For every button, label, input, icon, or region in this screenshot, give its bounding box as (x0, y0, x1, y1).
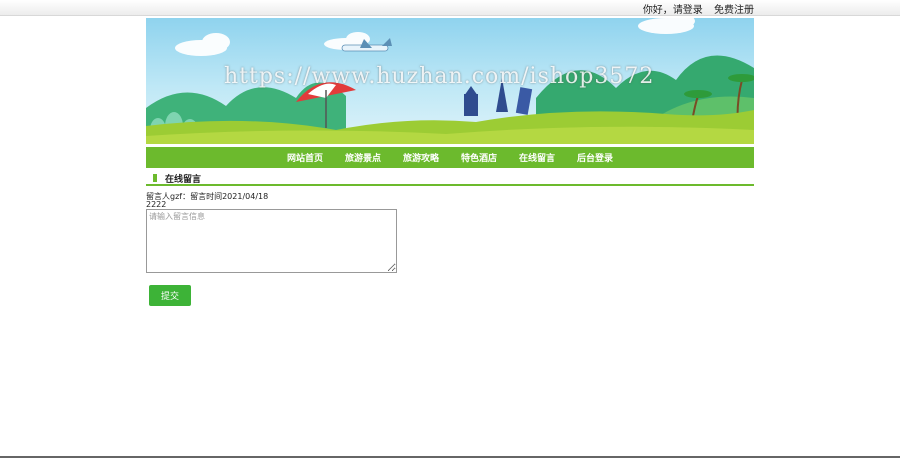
message-content: 2222 (146, 200, 167, 209)
header-banner: https://www.huzhan.com/ishop3572 (146, 18, 754, 144)
top-bar: 你好，请登录 免费注册 (0, 0, 900, 16)
section-marker (153, 174, 157, 182)
nav-item-admin-login[interactable]: 后台登录 (577, 151, 613, 164)
nav-item-attractions[interactable]: 旅游景点 (345, 151, 381, 164)
banner-watermark: https://www.huzhan.com/ishop3572 (224, 64, 655, 89)
section-header: 在线留言 (146, 170, 754, 186)
section-title: 在线留言 (165, 175, 202, 185)
login-link[interactable]: 请登录 (673, 5, 703, 16)
submit-button[interactable]: 提交 (149, 285, 191, 306)
nav-item-guides[interactable]: 旅游攻略 (403, 151, 439, 164)
nav-item-hotels[interactable]: 特色酒店 (461, 151, 497, 164)
greeting-text: 你好， (642, 5, 673, 16)
message-input[interactable] (146, 209, 397, 273)
nav-item-guestbook[interactable]: 在线留言 (519, 151, 555, 164)
main-nav: 网站首页 旅游景点 旅游攻略 特色酒店 在线留言 后台登录 (146, 147, 754, 168)
nav-item-home[interactable]: 网站首页 (287, 151, 323, 164)
register-link[interactable]: 免费注册 (714, 5, 754, 16)
user-links: 你好，请登录 免费注册 (635, 1, 754, 16)
